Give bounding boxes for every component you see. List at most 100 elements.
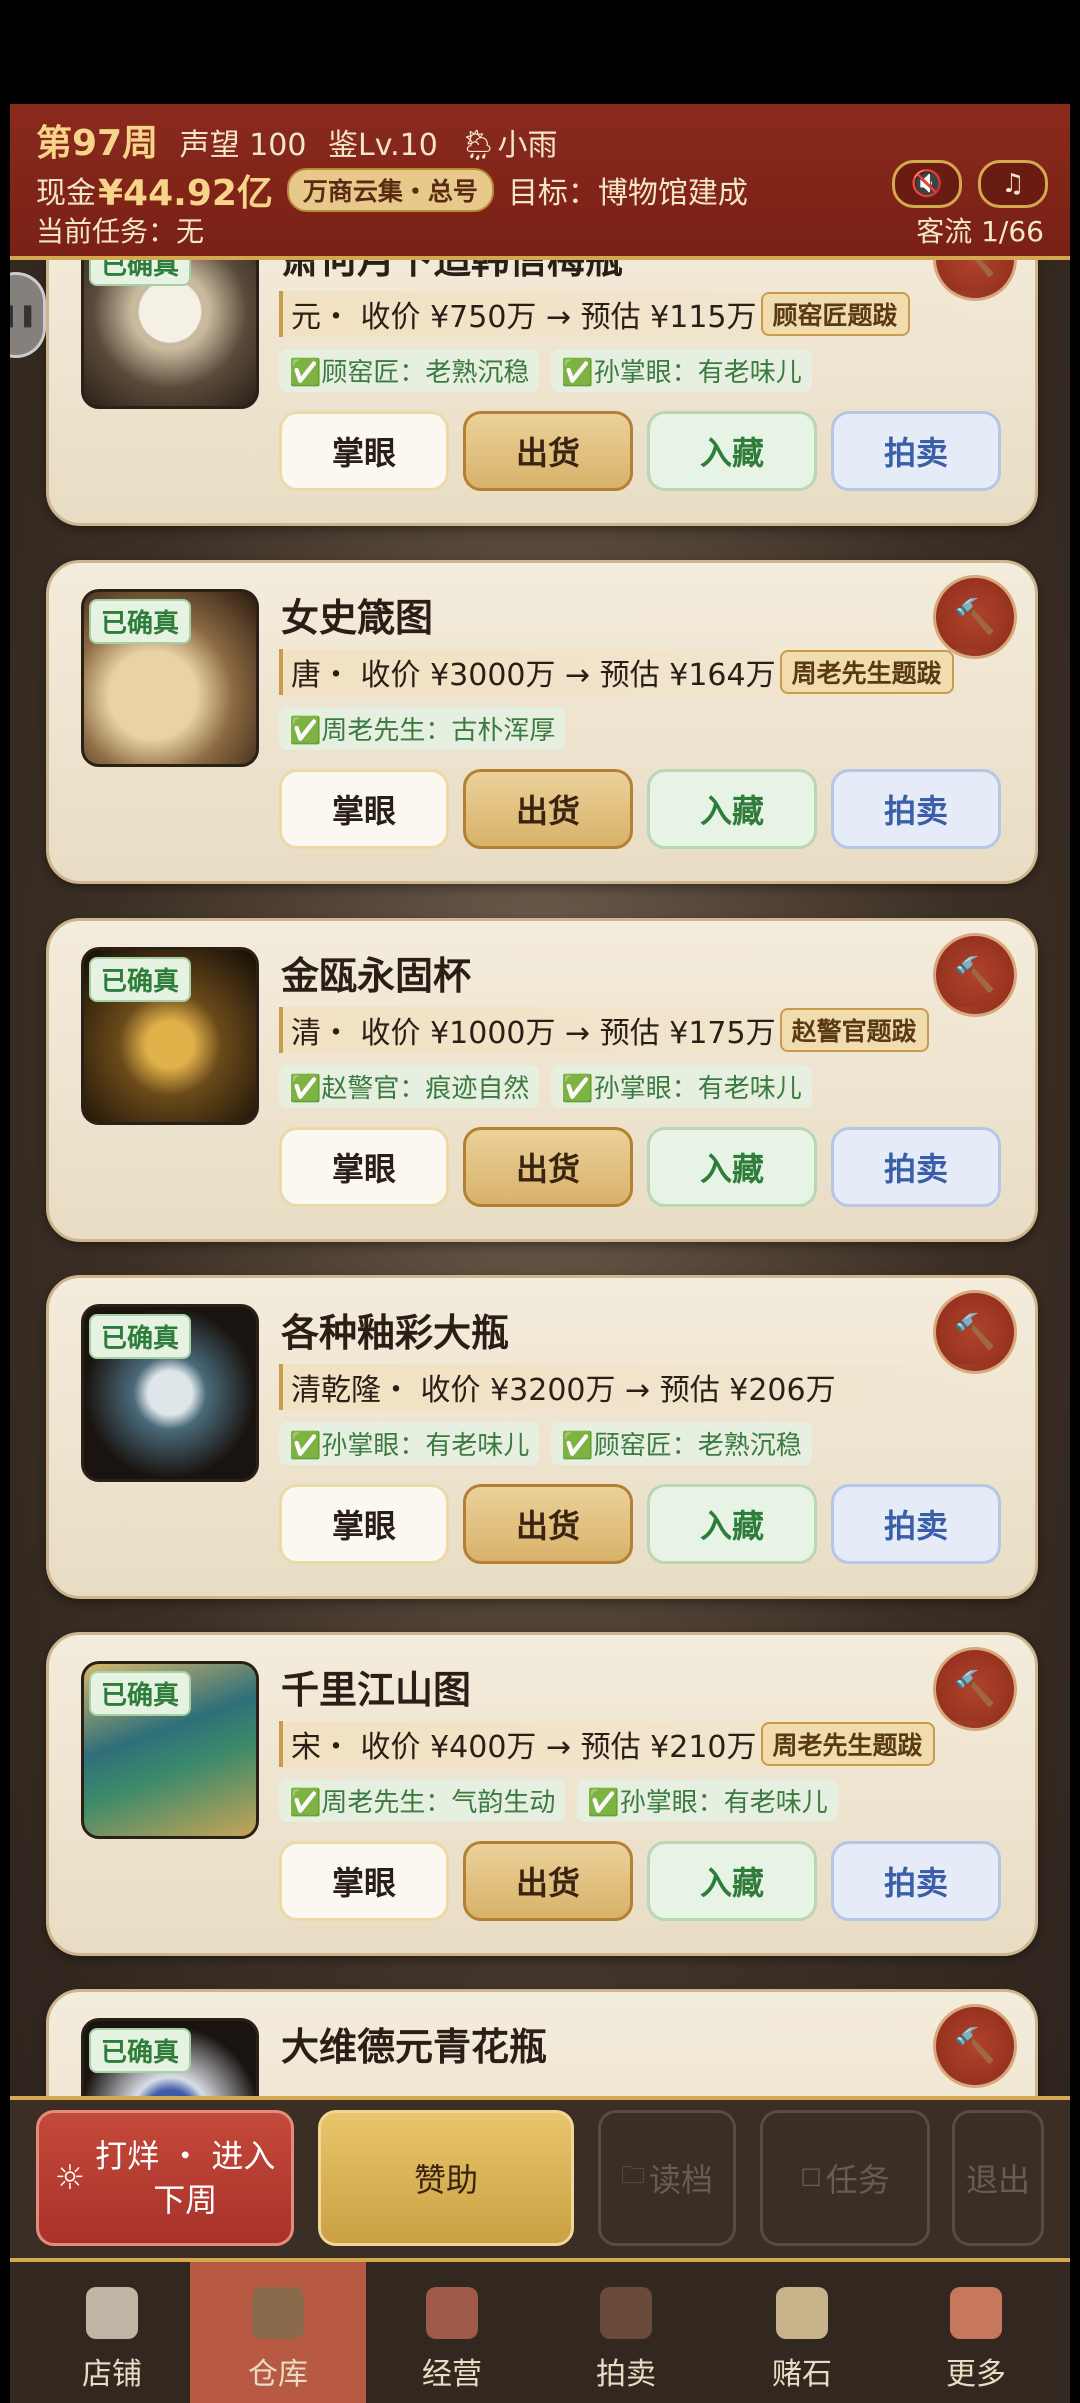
sell-button[interactable]: 出货 <box>463 411 633 491</box>
week-label: 第97周 <box>36 123 159 164</box>
collect-button[interactable]: 入藏 <box>647 1127 817 1207</box>
tab-2[interactable]: 经营 <box>364 2262 540 2403</box>
hammer-icon: 🔨 <box>953 1312 997 1352</box>
sponsor-button[interactable]: 赞助 <box>318 2110 574 2246</box>
folder-icon: 🗀 <box>620 2160 645 2189</box>
tab-label: 仓库 <box>248 2357 308 2392</box>
more-icon <box>950 2287 1002 2339</box>
speaker-mute-icon: 🔇 <box>910 169 944 199</box>
tab-label: 拍卖 <box>596 2357 656 2392</box>
task-button[interactable]: ☐ 任务 <box>760 2110 930 2246</box>
inscription-tag: 赵警官题跋 <box>779 1008 929 1052</box>
tab-label: 更多 <box>946 2357 1006 2392</box>
collect-button[interactable]: 入藏 <box>647 1484 817 1564</box>
inspect-button[interactable]: 掌眼 <box>279 411 449 491</box>
dynasty-label: 元 <box>291 300 321 335</box>
tab-1[interactable]: 仓库 <box>190 2262 366 2403</box>
sponsor-label: 赞助 <box>413 2161 478 2199</box>
hammer-icon: 🔨 <box>953 2026 997 2066</box>
appraise-hammer-button[interactable]: 🔨 <box>933 933 1017 1017</box>
item-title: 大维德元青花瓶 <box>281 2025 548 2069</box>
appraise-hammer-button[interactable]: 🔨 <box>933 2004 1017 2088</box>
dynasty-label: 宋 <box>291 1730 321 1765</box>
inspect-button[interactable]: 掌眼 <box>279 1127 449 1207</box>
auction-button[interactable]: 拍卖 <box>831 411 1001 491</box>
tab-label: 经营 <box>422 2357 482 2392</box>
floating-assistant-button[interactable]: ❚❚ <box>10 272 46 358</box>
price-text: ・ 收价 ¥3000万 → 预估 ¥164万 <box>321 658 776 693</box>
price-text: ・ 收价 ¥750万 → 预估 ¥115万 <box>321 300 757 335</box>
sell-button[interactable]: 出货 <box>463 1841 633 1921</box>
tab-4[interactable]: 赌石 <box>714 2262 890 2403</box>
mute-button[interactable]: 🔇 <box>892 160 962 208</box>
shop-icon <box>86 2287 138 2339</box>
item-action-buttons: 掌眼 出货 入藏 拍卖 <box>279 1127 1001 1207</box>
item-action-buttons: 掌眼 出货 入藏 拍卖 <box>279 411 1001 491</box>
price-line: 清乾隆 ・ 收价 ¥3200万 → 预估 ¥206万 <box>279 1364 999 1410</box>
music-button[interactable]: ♫ <box>978 160 1048 208</box>
status-header: 第97周 声望 100 鉴Lv.10 🌦小雨 现金 ¥44.92亿 万商云集・总… <box>10 104 1070 260</box>
expert-comments: ✅顾窑匠：老熟沉稳 ✅孙掌眼：有老味儿 <box>279 349 812 392</box>
tab-label: 店铺 <box>82 2357 142 2392</box>
inspect-button[interactable]: 掌眼 <box>279 1841 449 1921</box>
cash-label: 现金 <box>36 176 96 211</box>
expert-comments: ✅周老先生：气韵生动 ✅孙掌眼：有老味儿 <box>279 1779 838 1822</box>
business-icon <box>426 2287 478 2339</box>
task-label: 任务 <box>825 2161 890 2199</box>
dynasty-label: 唐 <box>291 658 321 693</box>
tab-3[interactable]: 拍卖 <box>538 2262 714 2403</box>
current-task: 当前任务：无 <box>36 215 205 248</box>
expert-comments: ✅周老先生：古朴浑厚 <box>279 707 566 750</box>
task-icon: ☐ <box>800 2164 822 2192</box>
close-shop-label: 打烊 ・ 进入 下周 <box>95 2134 275 2222</box>
tab-5[interactable]: 更多 <box>888 2262 1064 2403</box>
hammer-icon: 🔨 <box>953 955 997 995</box>
goal-label: 目标：博物馆建成 <box>507 176 748 211</box>
appraise-hammer-button[interactable]: 🔨 <box>933 575 1017 659</box>
expert-comment: ✅赵警官：痕迹自然 <box>279 1065 540 1108</box>
price-text: ・ 收价 ¥3200万 → 预估 ¥206万 <box>381 1373 836 1408</box>
sell-button[interactable]: 出货 <box>463 1484 633 1564</box>
collect-button[interactable]: 入藏 <box>647 1841 817 1921</box>
item-action-buttons: 掌眼 出货 入藏 拍卖 <box>279 1841 1001 1921</box>
jade-stone-icon <box>776 2287 828 2339</box>
verified-badge: 已确真 <box>89 1671 192 1716</box>
expert-comment: ✅顾窑匠：老熟沉稳 <box>279 349 540 392</box>
appraise-hammer-button[interactable]: 🔨 <box>933 1647 1017 1731</box>
inspect-button[interactable]: 掌眼 <box>279 1484 449 1564</box>
warehouse-list[interactable]: 已确真 萧何月下追韩信梅瓶 🔨 元 ・ 收价 ¥750万 → 预估 ¥115万顾窑匠题… <box>10 260 1070 2096</box>
auction-button[interactable]: 拍卖 <box>831 1841 1001 1921</box>
price-line: 清 ・ 收价 ¥1000万 → 预估 ¥175万 赵警官题跋 <box>279 1007 999 1053</box>
hammer-icon: 🔨 <box>953 1669 997 1709</box>
item-card: 已确真 女史箴图 🔨 唐 ・ 收价 ¥3000万 → 预估 ¥164万 周老先生题跋 ✅周… <box>46 560 1038 884</box>
warehouse-icon <box>252 2287 304 2339</box>
level-label: 鉴Lv.10 <box>328 128 438 163</box>
inscription-tag: 顾窑匠题跋 <box>760 292 910 336</box>
item-action-buttons: 掌眼 出货 入藏 拍卖 <box>279 769 1001 849</box>
cash-line: 现金 ¥44.92亿 万商云集・总号 目标：博物馆建成 <box>36 164 748 216</box>
price-text: ・ 收价 ¥1000万 → 预估 ¥175万 <box>321 1016 776 1051</box>
verified-badge: 已确真 <box>89 957 192 1002</box>
bottom-tab-bar: 店铺 仓库 经营 拍卖 赌石 更多 <box>10 2262 1070 2403</box>
auction-button[interactable]: 拍卖 <box>831 769 1001 849</box>
verified-badge: 已确真 <box>89 599 192 644</box>
tab-0[interactable]: 店铺 <box>24 2262 200 2403</box>
verified-badge: 已确真 <box>89 260 192 286</box>
sun-icon: ☼ <box>54 2158 86 2198</box>
item-title: 各种釉彩大瓶 <box>281 1311 510 1355</box>
sell-button[interactable]: 出货 <box>463 1127 633 1207</box>
expert-comment: ✅周老先生：古朴浑厚 <box>279 707 566 750</box>
collect-button[interactable]: 入藏 <box>647 769 817 849</box>
tab-label: 赌石 <box>772 2357 832 2392</box>
sell-button[interactable]: 出货 <box>463 769 633 849</box>
appraise-hammer-button[interactable]: 🔨 <box>933 1290 1017 1374</box>
price-text: ・ 收价 ¥400万 → 预估 ¥210万 <box>321 1730 757 1765</box>
inspect-button[interactable]: 掌眼 <box>279 769 449 849</box>
load-button[interactable]: 🗀 读档 <box>598 2110 736 2246</box>
auction-button[interactable]: 拍卖 <box>831 1484 1001 1564</box>
close-shop-next-week-button[interactable]: ☼ 打烊 ・ 进入 下周 <box>36 2110 294 2246</box>
exit-button[interactable]: 退出 <box>952 2110 1044 2246</box>
collect-button[interactable]: 入藏 <box>647 411 817 491</box>
app-screen: 第97周 声望 100 鉴Lv.10 🌦小雨 现金 ¥44.92亿 万商云集・总… <box>10 104 1070 2403</box>
auction-button[interactable]: 拍卖 <box>831 1127 1001 1207</box>
